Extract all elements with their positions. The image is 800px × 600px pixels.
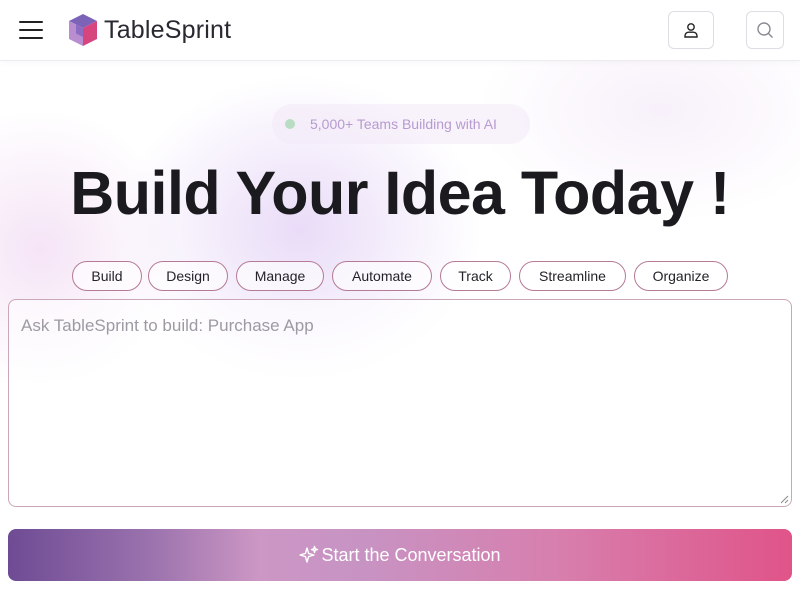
brand-name: TableSprint bbox=[104, 15, 232, 44]
start-conversation-button[interactable]: Start the Conversation bbox=[8, 529, 792, 581]
search-button[interactable] bbox=[746, 11, 784, 49]
prompt-input[interactable] bbox=[9, 300, 791, 506]
sparkle-icon bbox=[299, 545, 319, 563]
hero-title: Build Your Idea Today ! bbox=[70, 159, 730, 227]
prompt-box bbox=[8, 299, 792, 507]
chip-automate[interactable]: Automate bbox=[332, 261, 432, 291]
resize-grip-icon[interactable] bbox=[780, 495, 789, 504]
teams-badge: 5,000+ Teams Building with AI bbox=[272, 104, 530, 144]
chip-track[interactable]: Track bbox=[440, 261, 511, 291]
cube-logo-icon bbox=[69, 14, 97, 46]
hamburger-menu-icon[interactable] bbox=[19, 20, 43, 40]
chip-design[interactable]: Design bbox=[148, 261, 228, 291]
chip-manage[interactable]: Manage bbox=[236, 261, 324, 291]
cta-label: Start the Conversation bbox=[321, 544, 501, 565]
status-dot-icon bbox=[285, 119, 295, 129]
user-icon bbox=[684, 23, 698, 38]
brand-logo[interactable]: TableSprint bbox=[67, 12, 231, 48]
chip-organize[interactable]: Organize bbox=[634, 261, 728, 291]
top-navbar: TableSprint bbox=[0, 0, 800, 61]
badge-text: 5,000+ Teams Building with AI bbox=[310, 116, 497, 132]
search-icon bbox=[757, 22, 773, 38]
page: TableSprint 5,000+ Teams Building with A… bbox=[0, 0, 800, 600]
chip-build[interactable]: Build bbox=[72, 261, 142, 291]
profile-button[interactable] bbox=[668, 11, 714, 49]
chip-streamline[interactable]: Streamline bbox=[519, 261, 626, 291]
